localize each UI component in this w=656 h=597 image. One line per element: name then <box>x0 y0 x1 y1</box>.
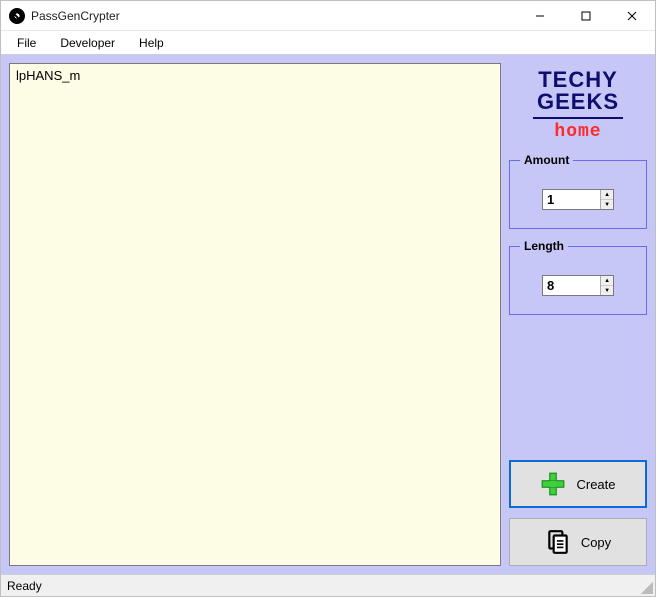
plus-icon <box>540 471 566 497</box>
create-button[interactable]: Create <box>509 460 647 508</box>
menu-help[interactable]: Help <box>127 31 176 54</box>
copy-button[interactable]: Copy <box>509 518 647 566</box>
length-group: Length ▲ ▼ <box>509 239 647 315</box>
logo-line3: home <box>509 123 647 141</box>
titlebar: PassGenCrypter <box>1 1 655 31</box>
window-title: PassGenCrypter <box>31 9 517 23</box>
minimize-button[interactable] <box>517 1 563 30</box>
resize-grip[interactable] <box>641 582 653 594</box>
create-button-label: Create <box>576 477 615 492</box>
amount-down-button[interactable]: ▼ <box>601 200 613 209</box>
logo-line2: GEEKS <box>509 91 647 113</box>
length-label: Length <box>520 239 568 253</box>
output-textbox[interactable] <box>9 63 501 566</box>
logo-line1: TECHY <box>509 69 647 91</box>
amount-up-button[interactable]: ▲ <box>601 190 613 200</box>
length-up-button[interactable]: ▲ <box>601 276 613 286</box>
menu-file[interactable]: File <box>5 31 48 54</box>
brand-logo: TECHY GEEKS home <box>509 63 647 143</box>
close-button[interactable] <box>609 1 655 30</box>
statusbar: Ready <box>1 574 655 596</box>
amount-spinner: ▲ ▼ <box>542 189 614 210</box>
length-spinner: ▲ ▼ <box>542 275 614 296</box>
sidebar: TECHY GEEKS home Amount ▲ ▼ Length ▲ ▼ <box>509 63 647 566</box>
logo-divider <box>533 117 623 119</box>
copy-button-label: Copy <box>581 535 611 550</box>
client-area: TECHY GEEKS home Amount ▲ ▼ Length ▲ ▼ <box>1 55 655 574</box>
length-down-button[interactable]: ▼ <box>601 286 613 295</box>
amount-input[interactable] <box>543 190 600 209</box>
menu-developer[interactable]: Developer <box>48 31 127 54</box>
app-icon <box>9 8 25 24</box>
length-input[interactable] <box>543 276 600 295</box>
amount-label: Amount <box>520 153 573 167</box>
output-panel <box>9 63 501 566</box>
status-text: Ready <box>7 579 42 593</box>
amount-group: Amount ▲ ▼ <box>509 153 647 229</box>
menubar: File Developer Help <box>1 31 655 55</box>
maximize-button[interactable] <box>563 1 609 30</box>
copy-icon <box>545 529 571 555</box>
window-controls <box>517 1 655 30</box>
